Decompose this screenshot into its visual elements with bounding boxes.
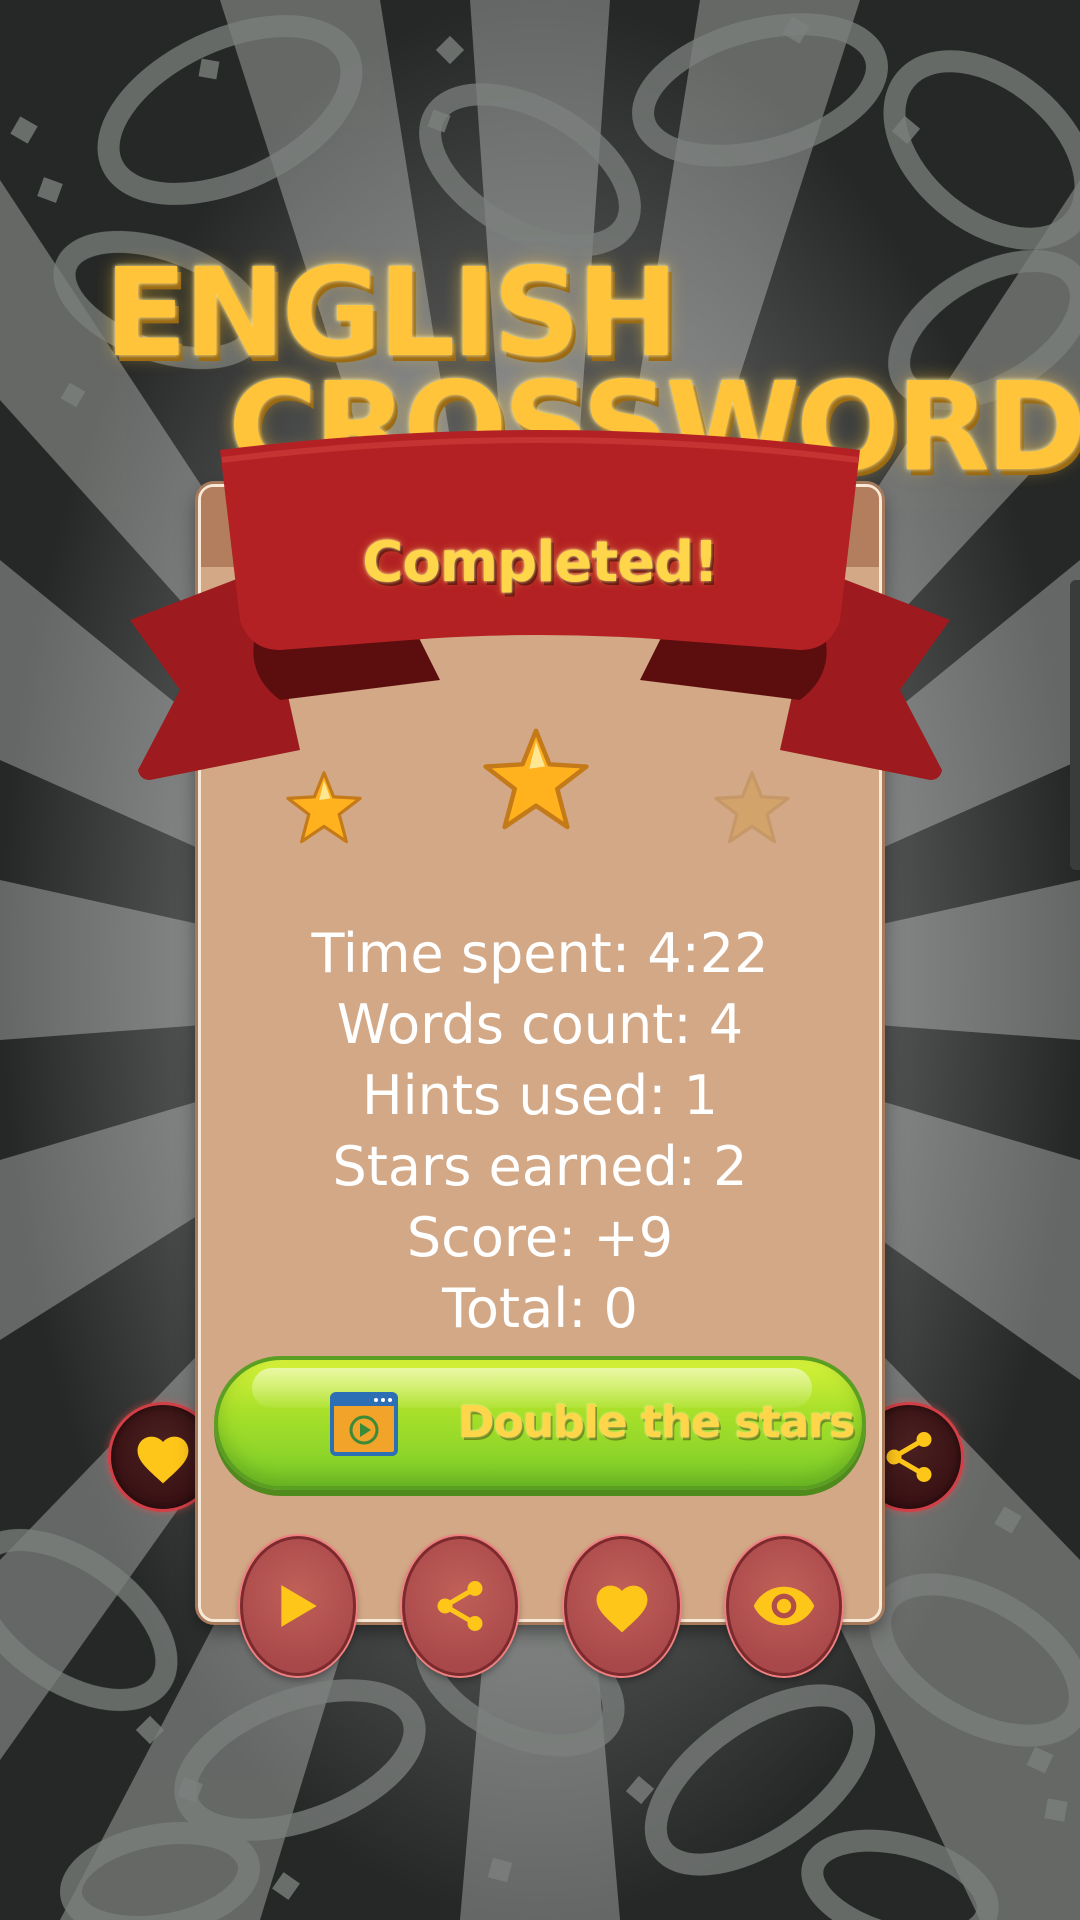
share-icon — [886, 1432, 932, 1482]
favorite-button[interactable] — [564, 1536, 680, 1676]
stat-stars-earned: Stars earned: 2 — [332, 1135, 748, 1198]
share-icon — [437, 1581, 483, 1631]
star-icon-earned-1 — [286, 771, 362, 844]
video-ad-icon — [330, 1392, 398, 1456]
stat-hints-used: Hints used: 1 — [362, 1064, 718, 1127]
edge-handle — [1070, 580, 1080, 870]
stat-score: Score: +9 — [406, 1206, 674, 1269]
heart-icon — [137, 1436, 189, 1484]
share-button[interactable] — [402, 1536, 518, 1676]
play-button[interactable] — [240, 1536, 356, 1676]
play-icon — [281, 1585, 317, 1627]
double-stars-button[interactable]: Double the stars — [214, 1356, 866, 1490]
stat-words-count: Words count: 4 — [336, 993, 744, 1056]
stat-total: Total: 0 — [442, 1277, 638, 1340]
stat-time-spent: Time spent: 4:22 — [311, 922, 769, 985]
view-button[interactable] — [726, 1536, 842, 1676]
star-icon-empty — [714, 771, 790, 844]
heart-icon — [596, 1585, 648, 1633]
double-stars-label: Double the stars — [458, 1397, 855, 1448]
eye-icon — [753, 1586, 815, 1626]
stats-list: Time spent: 4:22 Words count: 4 Hints us… — [198, 918, 882, 1344]
dialog-title: Completed! — [362, 530, 719, 595]
star-icon-earned-2 — [483, 728, 589, 830]
